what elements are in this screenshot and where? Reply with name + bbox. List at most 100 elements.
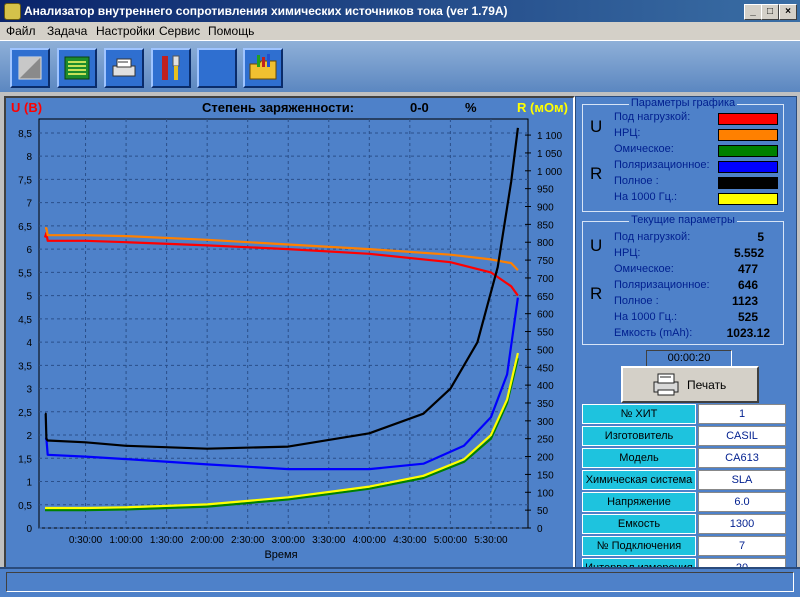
y2-tick-label: 500	[537, 345, 554, 356]
info-value[interactable]: CA613	[698, 448, 786, 468]
legend-swatch-total[interactable]	[718, 177, 778, 189]
printer-icon	[653, 373, 679, 396]
elapsed-timer: 00:00:20	[646, 350, 732, 367]
app-icon	[4, 3, 21, 20]
current-value-capacity: 1023.12	[726, 326, 770, 340]
current-value-ocv: 5.552	[733, 246, 764, 260]
y-tick-label: 7,5	[18, 175, 32, 186]
minimize-button[interactable]: _	[744, 4, 762, 20]
info-value[interactable]: 1300	[698, 514, 786, 534]
legend-swatch-ohmic[interactable]	[718, 145, 778, 157]
legend-swatch-polarization[interactable]	[718, 161, 778, 173]
y-tick-label: 6	[26, 245, 32, 256]
table-row: Емкость 1300	[582, 514, 786, 534]
y2-tick-label: 400	[537, 381, 554, 392]
info-key: Химическая система	[582, 470, 696, 490]
y-tick-label: 8,5	[18, 129, 32, 140]
current-label-load: Под нагрузкой:	[614, 231, 691, 243]
open-graph-button[interactable]	[243, 48, 283, 88]
current-label-total: Полное :	[614, 295, 659, 307]
y-tick-label: 5,5	[18, 268, 32, 279]
y2-tick-label: 50	[537, 506, 549, 517]
battery-info-table: № ХИТ 1 Изготовитель CASIL Модель CA613 Хим…	[580, 402, 788, 580]
y2-tick-label: 250	[537, 435, 554, 446]
info-value[interactable]: 6.0	[698, 492, 786, 512]
x-tick-label: 2:00:00	[190, 535, 224, 546]
y-tick-label: 1	[26, 478, 32, 489]
legend-swatch-load[interactable]	[718, 113, 778, 125]
left-y-ticks: 0 0,5 1 1,5 2 2,5 3 3,5 4 4,5 5 5,5 6 6,5 7 7,5 8 8,5	[18, 129, 32, 535]
charge-label: Степень заряженности:	[202, 100, 354, 115]
print-button[interactable]: Печать	[621, 366, 759, 403]
table-row: № Подключения 7	[582, 536, 786, 556]
current-value-1000hz: 525	[737, 310, 758, 324]
info-value[interactable]: CASIL	[698, 426, 786, 446]
y-tick-label: 4,5	[18, 315, 32, 326]
y-tick-label: 2,5	[18, 408, 32, 419]
y2-tick-label: 750	[537, 256, 554, 267]
tools-button[interactable]	[151, 48, 191, 88]
menu-service[interactable]: Сервис	[159, 24, 200, 38]
blank-tool-button[interactable]	[197, 48, 237, 88]
y-tick-label: 8	[26, 152, 32, 163]
info-value[interactable]: 7	[698, 536, 786, 556]
y-tick-label: 1,5	[18, 454, 32, 465]
legend-label-total: Полное :	[614, 175, 659, 187]
close-button[interactable]: ×	[779, 4, 797, 20]
menu-task[interactable]: Задача	[47, 24, 87, 38]
table-row: Модель CA613	[582, 448, 786, 468]
info-value[interactable]: 1	[698, 404, 786, 424]
board-tool-button[interactable]	[57, 48, 97, 88]
info-key: № Подключения	[582, 536, 696, 556]
status-panel	[6, 572, 794, 592]
current-label-1000hz: На 1000 Гц.:	[614, 311, 678, 323]
blank-icon	[199, 50, 235, 86]
menu-settings[interactable]: Настройки	[96, 24, 155, 38]
current-value-load: 5	[757, 230, 764, 244]
x-tick-label: 3:30:00	[312, 535, 346, 546]
y2-tick-label: 950	[537, 185, 554, 196]
y-tick-label: 0	[26, 524, 32, 535]
legend-label-1000hz: На 1000 Гц.:	[614, 191, 678, 203]
menu-help[interactable]: Помощь	[208, 24, 254, 38]
print-tool-button[interactable]	[104, 48, 144, 88]
tools-icon	[162, 55, 180, 80]
info-value[interactable]: SLA	[698, 470, 786, 490]
y-tick-label: 0,5	[18, 501, 32, 512]
x-tick-label: 1:00:00	[109, 535, 143, 546]
charge-unit: %	[465, 100, 477, 115]
maximize-button[interactable]: □	[761, 4, 779, 20]
x-tick-label: 3:00:00	[272, 535, 306, 546]
current-label-ohmic: Омическое:	[614, 263, 674, 275]
y2-tick-label: 700	[537, 274, 554, 285]
legend-swatch-ocv[interactable]	[718, 129, 778, 141]
y-tick-label: 3,5	[18, 361, 32, 372]
window-title: Анализатор внутреннего сопротивления хим…	[24, 4, 508, 18]
chip-tool-button[interactable]	[10, 48, 50, 88]
left-axis-title: U (В)	[11, 100, 42, 115]
y-tick-label: 2	[26, 431, 32, 442]
series-line	[45, 297, 519, 471]
charge-value: 0-0	[410, 100, 429, 115]
x-tick-label: 1:30:00	[150, 535, 184, 546]
graph-params-title: Параметры графика	[628, 97, 738, 109]
info-key: Модель	[582, 448, 696, 468]
title-bar: Анализатор внутреннего сопротивления хим…	[0, 0, 800, 22]
current-value-total: 1123	[731, 294, 758, 308]
print-button-label: Печать	[687, 378, 727, 392]
folder-chart-icon	[249, 54, 277, 80]
info-key: Изготовитель	[582, 426, 696, 446]
x-tick-label: 2:30:00	[231, 535, 265, 546]
x-axis-title: Время	[264, 549, 297, 561]
y2-tick-label: 600	[537, 310, 554, 321]
y2-tick-label: 650	[537, 292, 554, 303]
menu-file[interactable]: Файл	[6, 24, 36, 38]
y2-tick-label: 150	[537, 470, 554, 481]
chip-icon	[18, 56, 42, 80]
y-tick-label: 7	[26, 199, 32, 210]
graph-u-letter: U	[590, 117, 603, 136]
legend-swatch-1000hz[interactable]	[718, 193, 778, 205]
x-tick-label: 5:00:00	[434, 535, 468, 546]
table-row: Изготовитель CASIL	[582, 426, 786, 446]
current-value-ohmic: 477	[737, 262, 758, 276]
